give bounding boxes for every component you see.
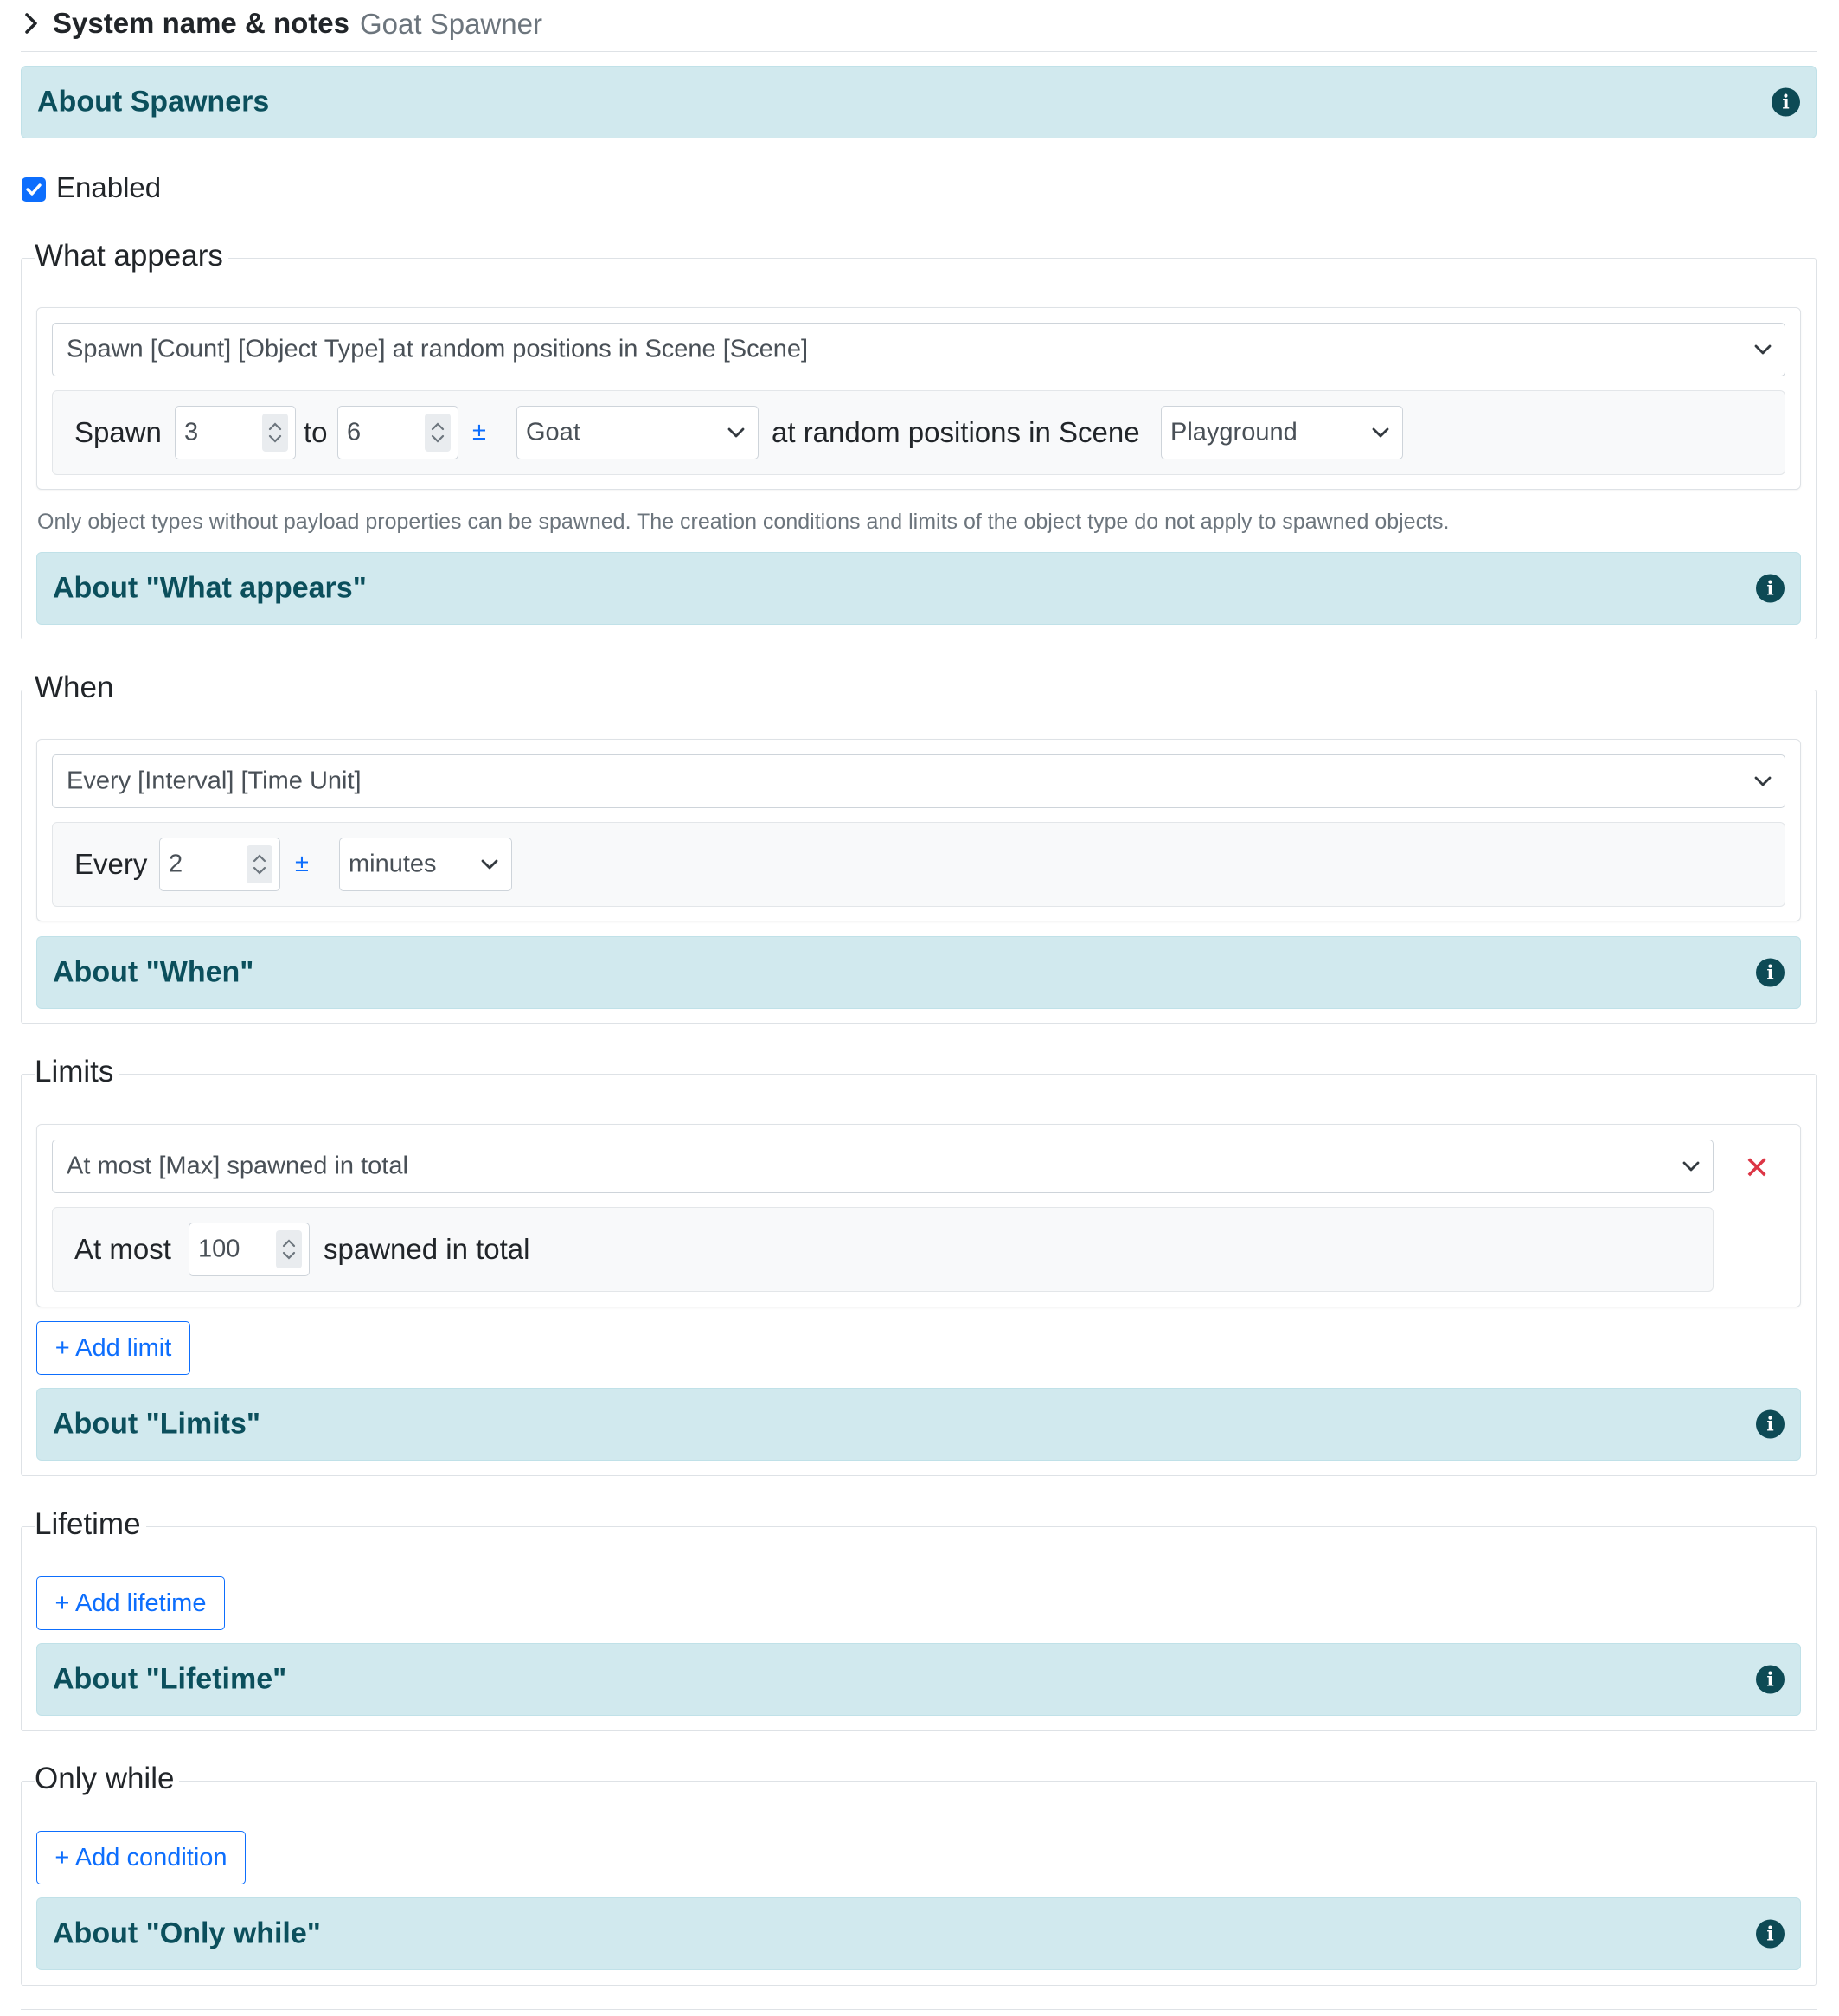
system-name-header[interactable]: System name & notes Goat Spawner [21,0,1817,52]
object-type-select[interactable]: Goat [516,406,759,459]
randomize-toggle[interactable]: ± [472,418,486,446]
spawner-editor: System name & notes Goat Spawner About S… [0,0,1839,2016]
limits-legend: Limits [35,1055,119,1089]
randomize-toggle[interactable]: ± [295,850,309,878]
stepper-icon[interactable] [276,1230,302,1268]
chevron-down-icon [481,859,498,870]
chevron-down-icon [1372,427,1389,438]
system-name: Goat Spawner [360,8,542,40]
spawned-in-total-label: spawned in total [324,1233,530,1265]
add-limit-button[interactable]: + Add limit [36,1321,190,1375]
about-lifetime-banner[interactable]: About "Lifetime" i [36,1643,1801,1716]
lifetime-legend: Lifetime [35,1507,146,1542]
info-circle-icon[interactable]: i [1756,1919,1785,1949]
chevron-down-icon [1682,1161,1700,1172]
about-only-while-banner[interactable]: About "Only while" i [36,1897,1801,1970]
section-title: System name & notes [53,7,349,39]
every-label: Every [74,848,148,880]
info-circle-icon[interactable]: i [1756,1409,1785,1439]
checkmark-icon [26,183,42,196]
close-icon[interactable]: ✕ [1744,1150,1770,1186]
when-template-select[interactable]: Every [Interval] [Time Unit] [52,754,1785,808]
stepper-icon[interactable] [262,414,288,452]
max-input[interactable]: 100 [189,1223,310,1276]
what-appears-template-select[interactable]: Spawn [Count] [Object Type] at random po… [52,323,1785,376]
time-unit-select[interactable]: minutes [339,838,512,891]
bottom-divider [21,2009,1817,2010]
enabled-label: Enabled [56,171,162,203]
what-appears-legend: What appears [35,239,228,273]
chevron-down-icon [1754,344,1772,355]
count-max-input[interactable]: 6 [337,406,458,459]
info-circle-icon[interactable]: i [1756,958,1785,987]
count-min-input[interactable]: 3 [175,406,296,459]
stepper-icon[interactable] [425,414,451,452]
about-when-banner[interactable]: About "When" i [36,936,1801,1009]
info-circle-icon[interactable]: i [1756,574,1785,603]
only-while-legend: Only while [35,1762,180,1796]
chevron-down-icon [727,427,745,438]
limit-template-select[interactable]: At most [Max] spawned in total [52,1140,1714,1193]
what-appears-help: Only object types without payload proper… [37,510,1450,534]
when-legend: When [35,671,119,705]
at-most-label: At most [74,1233,171,1265]
banner-title: About Spawners [37,85,270,119]
scene-select[interactable]: Playground [1161,406,1403,459]
info-circle-icon[interactable]: i [1772,87,1800,117]
add-condition-button[interactable]: + Add condition [36,1831,246,1884]
when-params [52,822,1785,907]
info-circle-icon[interactable]: i [1756,1665,1785,1694]
chevron-right-icon[interactable] [21,12,43,35]
chevron-down-icon [1754,776,1772,786]
about-what-appears-banner[interactable]: About "What appears" i [36,552,1801,625]
about-spawners-banner[interactable]: About Spawners i [21,66,1817,138]
to-label: to [304,416,328,448]
positions-label: at random positions in Scene [772,416,1140,448]
spawn-label: Spawn [74,416,162,448]
about-limits-banner[interactable]: About "Limits" i [36,1388,1801,1461]
add-lifetime-button[interactable]: + Add lifetime [36,1576,225,1630]
stepper-icon[interactable] [247,845,272,883]
interval-input[interactable]: 2 [159,838,280,891]
enabled-checkbox[interactable] [22,177,46,202]
